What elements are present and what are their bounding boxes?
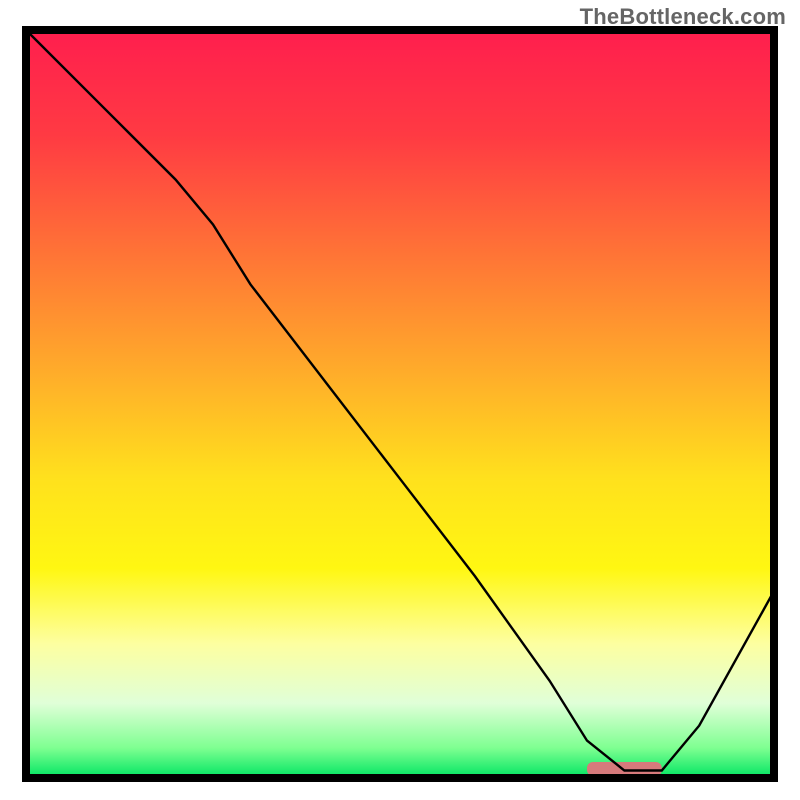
watermark-text: TheBottleneck.com	[580, 4, 786, 30]
chart-container: { "watermark": "TheBottleneck.com", "cha…	[0, 0, 800, 800]
bottleneck-chart	[0, 0, 800, 800]
